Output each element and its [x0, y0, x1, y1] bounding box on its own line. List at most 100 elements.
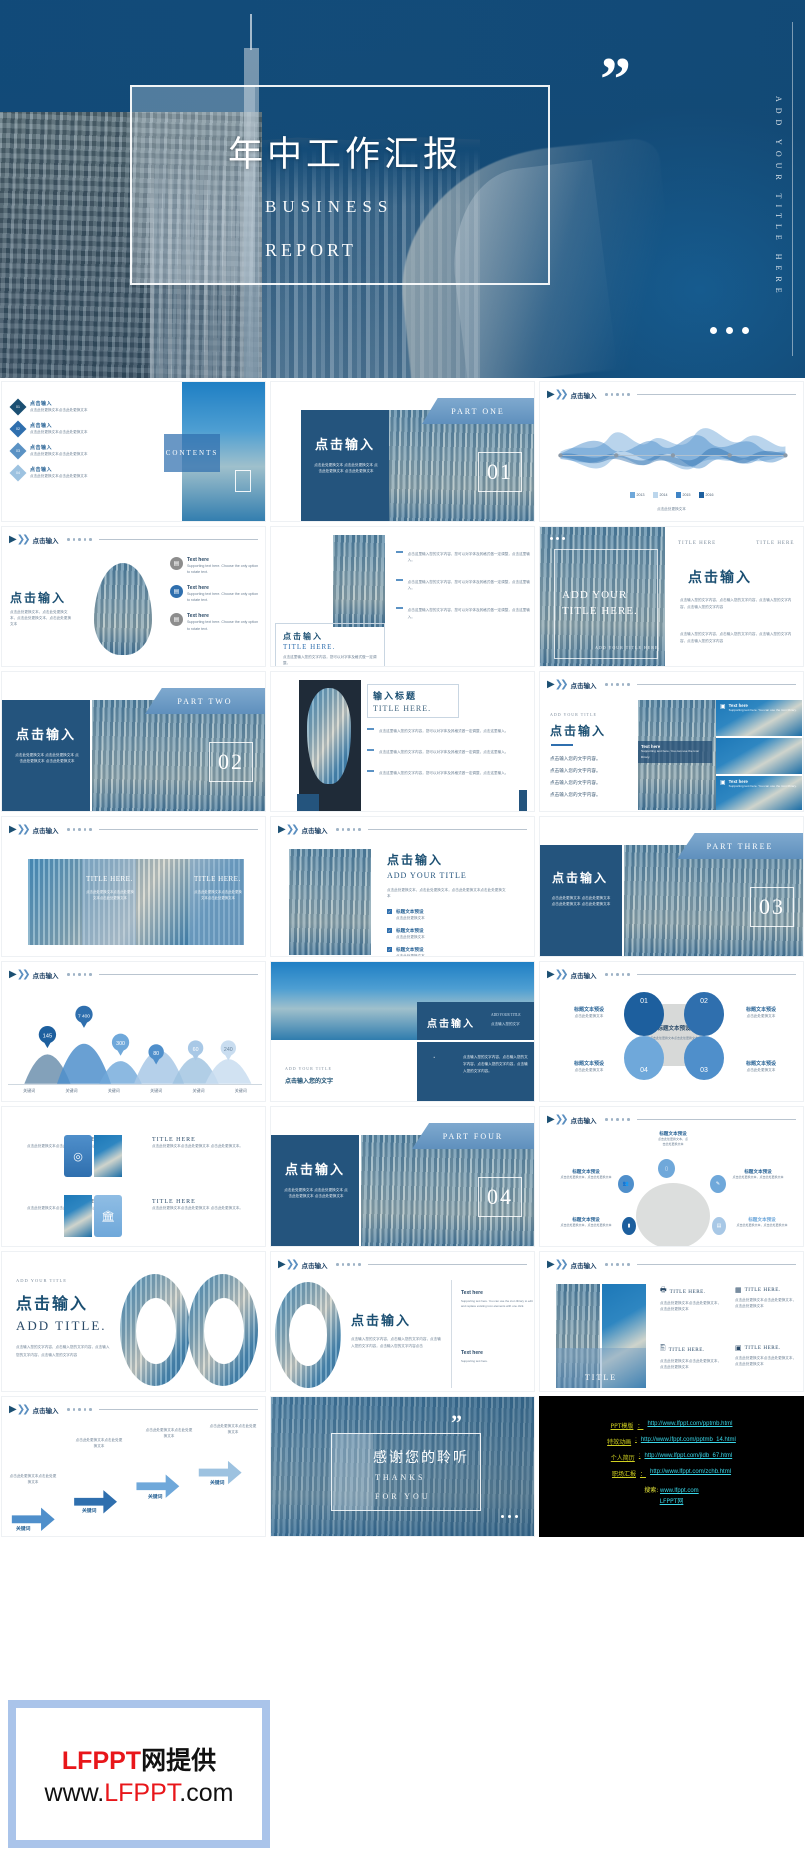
thanks-frame-fill [331, 1433, 373, 1511]
accent-block [297, 794, 319, 811]
chevron-right-icon: ❯❯ [16, 969, 31, 980]
slide-thumbnail-checklist[interactable]: ▶ ❯❯ 点击输入 点击输入 ADD YOUR TITLE 点击此处更换文本，点击… [270, 816, 535, 957]
title-underline [551, 744, 573, 746]
header-rule [98, 974, 258, 975]
radial-node-left: 标题文本预设 点击此处更换文本，点击此处更换文本 [560, 1170, 612, 1179]
link-url[interactable]: http://www.lfppt.com/jldb_67.html [644, 1453, 732, 1462]
slide-subtitle: ADD TITLE. [16, 1318, 107, 1333]
search-site-row: LFPPT网 [552, 1496, 791, 1505]
slide-thumbnail-photo-caption[interactable]: 点击输入 ADD YOUR TITLE 点击输入您的文字 点击输入您的文字内容，… [270, 961, 535, 1102]
slide-thumbnail-egg-list[interactable]: ▶ ❯❯ 点击输入 点击输入 点击此处更换文本，点击此处更换文本，点击此处更换文本… [1, 526, 266, 667]
slide-thumbnail-window-view[interactable]: 输入标题 TITLE HERE. 点击这里输入您的文字内容，您可以对字体及其格式… [270, 671, 535, 812]
node-label-4: 标题文本预设 点击此处更换文本 [573, 1061, 604, 1072]
watermark-inner: LFPPT网提供 www.LFPPT.com [16, 1708, 262, 1840]
slide-header: ▶ ❯❯ 点击输入 [547, 1259, 796, 1270]
link-label: PPT模版 [610, 1423, 634, 1430]
column-title: TITLE HERE [756, 541, 795, 546]
slide-thumbnail-contents[interactable]: 01 点击输入 点击此处更换文本点击此处更换文本 02 点击输入 点击此处更换文… [1, 381, 266, 522]
part-text-panel: 点击输入 点击此处更换文本 点击此处更换文本 点击此处更换文本 点击此处更换文本 [2, 700, 90, 811]
chevron-right-icon: ▶ [547, 679, 555, 690]
watermark-url-brand: LFPPT [104, 1778, 180, 1807]
link-row[interactable]: 职场汇报 ： http://www.lfppt.com/zchb.html [552, 1469, 791, 1478]
slide-thumbnail-part-two[interactable]: 点击输入 点击此处更换文本 点击此处更换文本 点击此处更换文本 点击此处更换文本… [1, 671, 266, 812]
step-desc: 点击此处更换文本点击此处更换文本 [75, 1438, 123, 1449]
header-rule [636, 1264, 796, 1265]
slide-thumbnail-three-points[interactable]: 点击输入 TITLE HERE. 点击这里输入您的文字内容，您可以对字体及格式做… [270, 526, 535, 667]
slide-thumbnail-part-three[interactable]: 点击输入 点击此处更换文本 点击此处更换文本 点击此处更换文本 点击此处更换文本… [539, 816, 804, 957]
slide-thumbnail-add-your-title[interactable]: ADD YOUR TITLE HERE. ADD YOUR TITLE HERE… [539, 526, 804, 667]
slide-thumbnail-icon-quadrant[interactable]: TITLE HERE 点击此处更换文本点击此处更换文本 点击此处更换文本。 TI… [1, 1106, 266, 1247]
step-label: 关键词 [210, 1481, 225, 1486]
header-dots [605, 683, 630, 686]
template-preview-page: 年中工作汇报 BUSINESS REPORT ” ADD YOUR TITLE … [0, 0, 805, 1854]
part-banner: PART THREE [677, 833, 803, 859]
point-text: 点击这里输入您的文字内容，您可以对字体及其格式做一定调整，点击这里输入。 [379, 771, 509, 776]
part-text-panel: 点击输入 点击此处更换文本 点击此处更换文本 点击此处更换文本 点击此处更换文本 [271, 1135, 359, 1246]
contents-item-label: 点击输入 [30, 445, 53, 452]
search-url[interactable]: www.lfppt.com [660, 1488, 699, 1494]
slide-thumbnail-four-circles[interactable]: ▶ ❯❯ 点击输入 标题文本预设 点击此处更换文本点击此处更换文本 01 02 0… [539, 961, 804, 1102]
node-label-1: 标题文本预设 点击此处更换文本 [573, 1007, 604, 1018]
svg-text:300: 300 [116, 1041, 125, 1047]
bullet-bar [396, 579, 403, 582]
slide-header-label: 点击输入 [32, 536, 59, 545]
point-text: 点击这里输入您的文字内容，您可以对字体及其格式做一定调整，点击这里输入。 [407, 608, 530, 619]
slide-thumbnail-links[interactable]: PPT模版 ： http://www.lfppt.com/pptmb.html … [539, 1396, 804, 1537]
link-list: PPT模版 ： http://www.lfppt.com/pptmb.html … [552, 1421, 791, 1505]
contents-item-desc: 点击此处更换文本点击此处更换文本 [30, 474, 88, 479]
slide-thumbnail-big-number[interactable]: ADD YOUR TITLE 点击输入 ADD TITLE. 点击输入您的文字内… [1, 1251, 266, 1392]
link-label: 个人简历 [610, 1455, 635, 1462]
caption-title-en: TITLE HERE. [283, 643, 336, 651]
slide-thumbnail-arrow-process[interactable]: ▶ ❯❯ 点击输入 点击此处更换文本点击此处更换文本 点击此处更换文本点击此处更换… [1, 1396, 266, 1537]
link-url[interactable]: http://www.lfppt.com/pptmb_14.html [641, 1437, 736, 1446]
slide-thumbnail-area-chart[interactable]: ▶ ❯❯ 点击输入 2013 2014 2015 2016 点击此处更换文本 [539, 381, 804, 522]
link-row[interactable]: 特效动画 : http://www.lfppt.com/pptmb_14.htm… [552, 1437, 791, 1446]
slide-thumbnail-grid: 01 点击输入 点击此处更换文本点击此处更换文本 02 点击输入 点击此处更换文… [0, 381, 805, 1537]
chevron-right-icon: ❯❯ [554, 679, 569, 690]
bullet-diamond-icon: 02 [9, 420, 27, 438]
link-separator: ： [639, 1472, 646, 1478]
slide-thumbnail-pin-chart[interactable]: ▶ ❯❯ 点击输入 145 7 400 300 80 60 240 关键词 关键… [1, 961, 266, 1102]
eyebrow: ADD YOUR TITLE [16, 1278, 67, 1283]
slide-body: 点击输入您的文字内容，点击输入您的文字内容，点击输入您的文字内容，点击输入您的文… [351, 1337, 441, 1349]
panel-tint [82, 859, 136, 945]
link-url[interactable]: http://www.lfppt.com/pptmb.html [647, 1421, 732, 1430]
slide-header-label: 点击输入 [570, 391, 597, 400]
chevron-right-icon: ❯❯ [16, 1404, 31, 1415]
radial-icon-left: 👥 [618, 1175, 634, 1193]
slide-photo [289, 849, 371, 955]
slide-header: ▶ ❯❯ 点击输入 [9, 1404, 258, 1415]
slide-header-label: 点击输入 [32, 1406, 59, 1415]
chevron-right-icon: ▶ [9, 534, 17, 545]
checkbox-icon: ✓ [387, 947, 392, 953]
link-url[interactable]: http://www.lfppt.com/zchb.html [650, 1469, 731, 1478]
svg-text:240: 240 [224, 1047, 233, 1053]
thanks-dots [501, 1515, 518, 1518]
link-row[interactable]: 个人简历 : http://www.lfppt.com/jldb_67.html [552, 1453, 791, 1462]
slide-header-label: 点击输入 [570, 1116, 597, 1125]
header-rule [98, 539, 258, 540]
chevron-right-icon: ▶ [9, 824, 17, 835]
icon-list-item-4: ▣ TITLE HERE. 点击此处更换文本点击此处更换文本，点击此处更换文本 [735, 1345, 797, 1367]
slide-thumbnail-photo-icon-list[interactable]: ▶ ❯❯ 点击输入 TITLE 🖶 TITLE HERE. 点击此处更换文本点击此… [539, 1251, 804, 1392]
header-rule [367, 1264, 527, 1265]
search-site[interactable]: LFPPT网 [660, 1498, 684, 1505]
slide-thumbnail-ring-text[interactable]: ▶ ❯❯ 点击输入 点击输入 点击输入您的文字内容，点击输入您的文字内容，点击输入… [270, 1251, 535, 1392]
slide-thumbnail-photo-grid-text[interactable]: ▶ ❯❯ 点击输入 ADD YOUR TITLE 点击输入 点击输入您的文字内容。… [539, 671, 804, 812]
slide-body: 点击输入您的文字内容，点击输入您的文字内容，点击输入您的文字内容，点击输入您的文… [463, 1055, 528, 1074]
quadrant-photo [64, 1195, 92, 1237]
card-desc: Supporting text here. You can use the ic… [728, 708, 797, 712]
link-separator: : [638, 1453, 641, 1459]
slide-header-label: 点击输入 [32, 826, 59, 835]
slide-thumbnail-globe-radial[interactable]: ▶ ❯❯ 点击输入 标题文本预设 点击此处更换文本，点击此处更换文本 ▯ 标题文本… [539, 1106, 804, 1247]
header-dots [67, 1408, 92, 1411]
slide-body-2: 点击输入您的文字内容，点击输入您的文字内容，点击输入您的文字内容，点击输入您的文… [680, 632, 792, 644]
chevron-right-icon: ❯❯ [554, 969, 569, 980]
slide-thumbnail-thanks[interactable]: ” 感谢您的聆听 THANKS FOR YOU [270, 1396, 535, 1537]
bullet-bar [396, 607, 403, 610]
link-row[interactable]: PPT模版 ： http://www.lfppt.com/pptmb.html [552, 1421, 791, 1430]
slide-thumbnail-part-one[interactable]: 点击输入 点击此处更换文本 点击此处更换文本 点击此处更换文本 点击此处更换文本… [270, 381, 535, 522]
slide-thumbnail-part-four[interactable]: 点击输入 点击此处更换文本 点击此处更换文本 点击此处更换文本 点击此处更换文本… [270, 1106, 535, 1247]
x-tick-label: 关键词 [23, 1088, 36, 1093]
slide-thumbnail-two-panel[interactable]: ▶ ❯❯ 点击输入 TITLE HERE. 点击此处更换文本点击此处更换文本点击此… [1, 816, 266, 957]
